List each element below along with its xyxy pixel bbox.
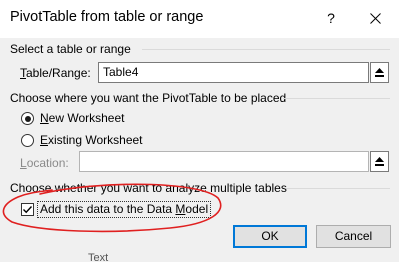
range-select-icon [375, 157, 384, 166]
data-model-label[interactable]: Add this data to the Data Model [37, 201, 212, 218]
radio-selected-dot [24, 115, 31, 122]
help-icon: ? [327, 10, 335, 26]
pivottable-dialog: PivotTable from table or range ? Select … [0, 0, 399, 262]
select-range-heading: Select a table or range [10, 42, 131, 56]
cancel-button[interactable]: Cancel [316, 225, 391, 248]
multiple-tables-heading: Choose whether you want to analyze multi… [10, 181, 287, 195]
close-icon [369, 12, 381, 24]
close-button[interactable] [360, 5, 390, 31]
range-select-icon [375, 68, 384, 77]
table-range-value: Table4 [103, 65, 139, 79]
dialog-title: PivotTable from table or range [10, 9, 204, 25]
background-partial-text: Text [88, 252, 109, 262]
help-button[interactable]: ? [318, 5, 344, 31]
section-divider [283, 98, 390, 99]
data-model-checkbox[interactable] [21, 203, 34, 216]
new-worksheet-radio[interactable] [21, 112, 34, 125]
table-range-collapse-button[interactable] [370, 62, 389, 83]
section-divider [142, 49, 390, 50]
location-collapse-button[interactable] [370, 151, 389, 172]
ok-button[interactable]: OK [233, 225, 307, 248]
table-range-input[interactable]: Table4 [98, 62, 369, 83]
location-label: Location: [20, 156, 69, 170]
existing-worksheet-label[interactable]: Existing Worksheet [40, 133, 143, 147]
new-worksheet-label[interactable]: New Worksheet [40, 111, 124, 125]
background-strip [0, 252, 399, 262]
title-bar: PivotTable from table or range ? [0, 0, 399, 38]
checkmark-icon [23, 206, 33, 214]
table-range-label: Table/Range: [20, 66, 91, 80]
placement-heading: Choose where you want the PivotTable to … [10, 91, 287, 105]
section-divider [286, 188, 390, 189]
location-input[interactable] [79, 151, 369, 172]
existing-worksheet-radio[interactable] [21, 134, 34, 147]
